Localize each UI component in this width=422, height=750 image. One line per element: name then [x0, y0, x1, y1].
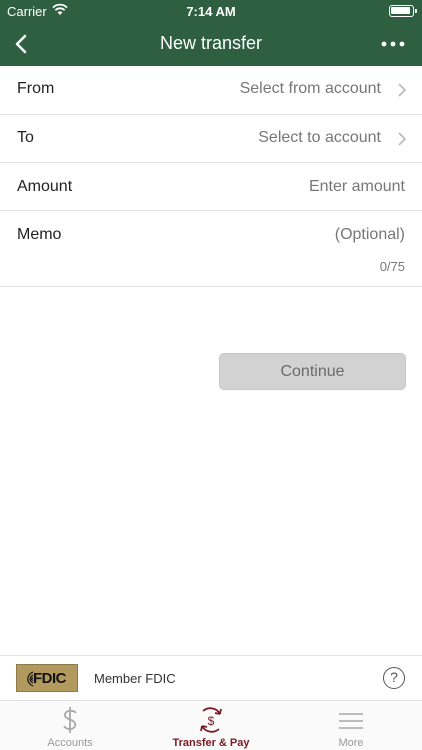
- fdic-footer: FDIC Member FDIC ?: [0, 655, 422, 700]
- help-icon[interactable]: ?: [383, 667, 405, 689]
- memo-label: Memo: [17, 226, 62, 243]
- continue-button[interactable]: Continue: [219, 353, 406, 390]
- navigation-bar: New transfer: [0, 22, 422, 66]
- tab-more[interactable]: More: [281, 701, 421, 750]
- battery-icon: [389, 5, 417, 17]
- member-fdic-label: Member FDIC: [94, 671, 176, 686]
- more-options-icon[interactable]: [380, 30, 406, 58]
- tab-transfer-pay[interactable]: $ Transfer & Pay: [141, 701, 281, 750]
- to-account-placeholder: Select to account: [258, 129, 381, 146]
- chevron-right-icon: [398, 83, 406, 97]
- memo-input[interactable]: (Optional): [335, 226, 405, 244]
- to-account-row[interactable]: To Select to account: [0, 115, 422, 163]
- tab-label-accounts: Accounts: [47, 737, 93, 749]
- svg-text:$: $: [208, 714, 215, 728]
- tab-label-more: More: [338, 737, 364, 749]
- from-account-placeholder: Select from account: [239, 80, 381, 97]
- chevron-right-icon: [398, 132, 406, 146]
- status-bar: Carrier 7:14 AM: [0, 0, 422, 22]
- memo-row[interactable]: Memo (Optional): [0, 211, 422, 287]
- dollar-icon: [63, 707, 77, 733]
- transfer-pay-icon: $: [200, 707, 222, 733]
- memo-character-counter: 0/75: [379, 259, 405, 274]
- app-header: Carrier 7:14 AM New transfer: [0, 0, 422, 66]
- tab-label-transfer-pay: Transfer & Pay: [172, 737, 250, 749]
- amount-row[interactable]: Amount Enter amount: [0, 163, 422, 211]
- page-title: New transfer: [159, 33, 263, 53]
- from-account-row[interactable]: From Select from account: [0, 66, 422, 115]
- amount-input[interactable]: Enter amount: [309, 178, 405, 196]
- to-label: To: [17, 129, 34, 146]
- tab-bar: Accounts $ Transfer & Pay More: [0, 700, 422, 750]
- tab-accounts[interactable]: Accounts: [0, 701, 140, 750]
- menu-icon: [339, 713, 363, 729]
- fdic-logo-text: FDIC: [33, 670, 67, 687]
- from-label: From: [17, 80, 55, 97]
- amount-label: Amount: [17, 178, 73, 195]
- status-time: 7:14 AM: [186, 4, 236, 19]
- fdic-logo: FDIC: [16, 664, 78, 692]
